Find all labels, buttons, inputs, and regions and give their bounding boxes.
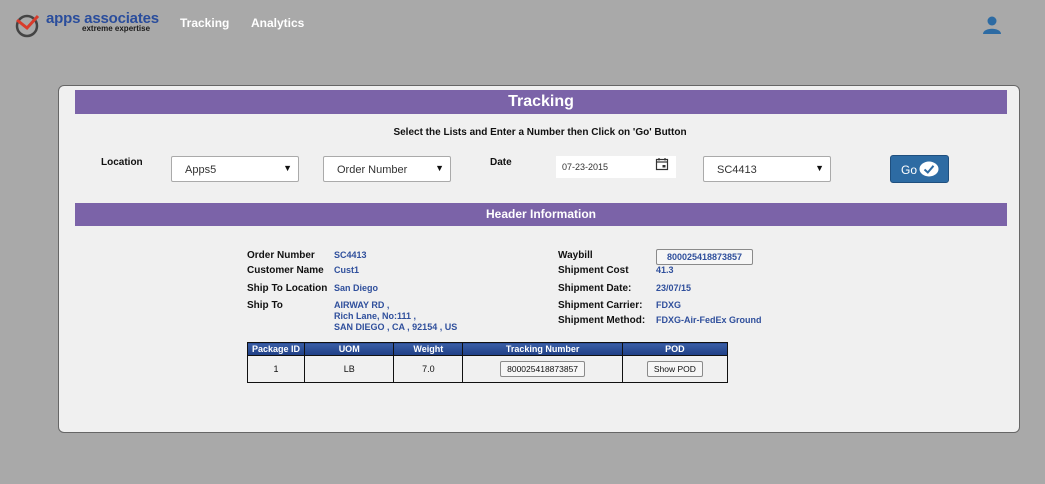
ship-to-location-label: Ship To Location <box>247 283 328 294</box>
shipment-method-value: FDXG-Air-FedEx Ground <box>656 315 762 325</box>
location-label: Location <box>101 157 143 168</box>
user-icon[interactable] <box>982 15 1002 35</box>
ship-to-label: Ship To <box>247 300 283 311</box>
table-header-row: Package ID UOM Weight Tracking Number PO… <box>246 342 729 356</box>
nav-analytics-link[interactable]: Analytics <box>251 16 304 30</box>
shipment-method-label: Shipment Method: <box>558 315 646 326</box>
column-header-tracking-number: Tracking Number <box>462 342 623 356</box>
ship-to-address-line2: Rich Lane, No:111 , <box>334 311 417 321</box>
ship-to-location-value: San Diego <box>334 283 379 293</box>
top-navbar: apps associates extreme expertise Tracki… <box>0 0 1045 48</box>
ship-to-address-line1: AIRWAY RD , <box>334 300 390 310</box>
show-pod-button[interactable]: Show POD <box>646 361 703 377</box>
date-input-value: 07-23-2015 <box>562 162 609 172</box>
tracking-number-button[interactable]: 800025418873857 <box>500 361 586 377</box>
nav-tracking-link[interactable]: Tracking <box>180 16 229 30</box>
customer-name-value: Cust1 <box>334 265 360 275</box>
search-type-value: Order Number <box>337 164 408 176</box>
dropdown-arrow-icon: ▼ <box>815 163 824 173</box>
order-number-label: Order Number <box>247 250 315 261</box>
go-button[interactable]: Go <box>890 155 949 183</box>
tracking-panel: Tracking Select the Lists and Enter a Nu… <box>58 85 1020 433</box>
column-header-package-id: Package ID <box>246 342 306 356</box>
package-id-cell: 1 <box>246 355 306 383</box>
shipment-carrier-value: FDXG <box>656 300 682 310</box>
column-header-weight: Weight <box>393 342 464 356</box>
calendar-icon[interactable] <box>655 157 669 171</box>
uom-cell: LB <box>304 355 395 383</box>
order-number-select[interactable]: SC4413 ▼ <box>703 156 831 182</box>
dropdown-arrow-icon: ▼ <box>283 163 292 173</box>
order-number-select-value: SC4413 <box>717 164 757 176</box>
column-header-uom: UOM <box>304 342 395 356</box>
table-row: 1 LB 7.0 800025418873857 Show POD <box>246 355 729 383</box>
column-header-pod: POD <box>621 342 729 356</box>
shipment-cost-value: 41.3 <box>656 265 674 275</box>
brand-logo[interactable]: apps associates extreme expertise <box>14 9 164 39</box>
pod-cell: Show POD <box>621 355 729 383</box>
date-label: Date <box>490 157 512 168</box>
dropdown-arrow-icon: ▼ <box>435 163 444 173</box>
shipment-carrier-label: Shipment Carrier: <box>558 300 643 311</box>
shipment-date-label: Shipment Date: <box>558 283 632 294</box>
check-icon <box>919 161 939 177</box>
customer-name-label: Customer Name <box>247 265 324 276</box>
brand-tagline: extreme expertise <box>82 24 151 33</box>
order-number-value: SC4413 <box>334 250 367 260</box>
go-button-label: Go <box>901 163 918 177</box>
ship-to-address-line3: SAN DIEGO , CA , 92154 , US <box>334 322 458 332</box>
logo-icon <box>15 14 40 38</box>
waybill-label: Waybill <box>558 250 593 261</box>
location-select-value: Apps5 <box>185 164 217 176</box>
search-type-select[interactable]: Order Number ▼ <box>323 156 451 182</box>
weight-cell: 7.0 <box>393 355 464 383</box>
date-input[interactable]: 07-23-2015 <box>556 156 676 178</box>
header-info-title: Header Information <box>75 203 1007 226</box>
instruction-text: Select the Lists and Enter a Number then… <box>393 127 687 138</box>
tracking-number-cell: 800025418873857 <box>462 355 623 383</box>
shipment-cost-label: Shipment Cost <box>558 265 629 276</box>
waybill-button[interactable]: 800025418873857 <box>656 249 753 265</box>
location-select[interactable]: Apps5 ▼ <box>171 156 299 182</box>
shipment-date-value: 23/07/15 <box>656 283 692 293</box>
panel-title: Tracking <box>75 90 1007 114</box>
packages-table: Package ID UOM Weight Tracking Number PO… <box>246 342 729 383</box>
